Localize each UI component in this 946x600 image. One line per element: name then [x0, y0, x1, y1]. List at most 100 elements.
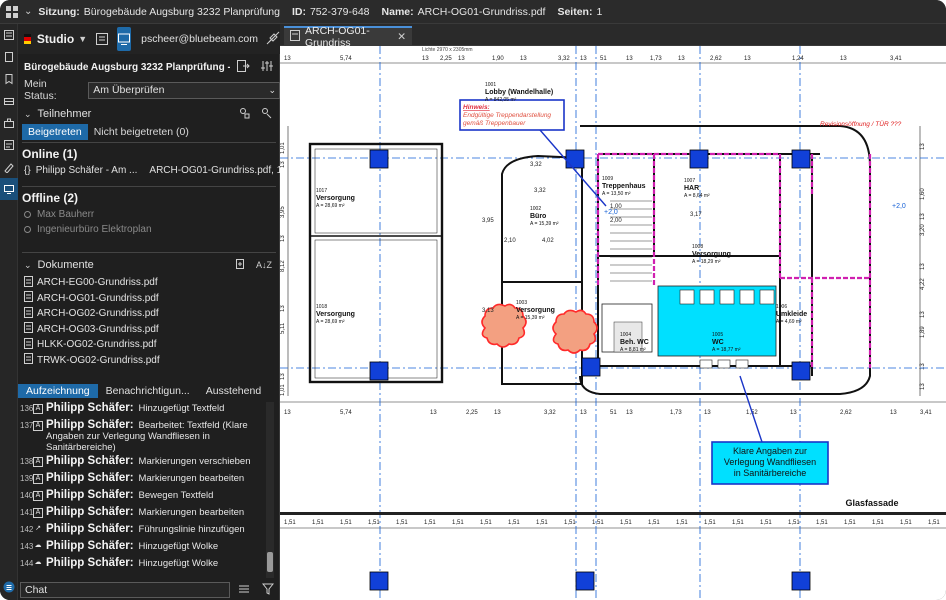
sessions-button[interactable]: [117, 27, 132, 51]
rail-studio-icon[interactable]: [0, 178, 18, 200]
documents-header[interactable]: ⌄ Dokumente A↓Z: [18, 255, 280, 275]
document-item[interactable]: ARCH-EG00-Grundriss.pdf: [18, 275, 280, 291]
studio-label[interactable]: Studio: [37, 32, 74, 46]
dimension-label: 3,17: [690, 212, 702, 218]
tab-not-joined[interactable]: Nicht beigetreten (0): [88, 124, 195, 140]
room-number: 1018: [316, 304, 327, 310]
dimension-label: 3,32: [534, 188, 546, 194]
disconnect-plug-icon[interactable]: [266, 31, 280, 48]
record-item[interactable]: 141 A Philipp Schäfer: Markierungen bearbei…: [18, 506, 280, 523]
offline-member[interactable]: Ingenieurbüro Elektroplan: [18, 222, 280, 237]
session-menu-chevron-icon[interactable]: ⌄: [24, 6, 32, 17]
record-item[interactable]: 138 A Philipp Schäfer: Markierungen verschi…: [18, 455, 280, 472]
tab-pending[interactable]: Ausstehend: [198, 384, 269, 398]
dimension-top: 13: [840, 56, 847, 62]
dimension-facade: 1,51: [396, 520, 408, 526]
rail-bookmarks-icon[interactable]: [0, 68, 18, 90]
callout-leader-line[interactable]: [739, 375, 763, 443]
user-email[interactable]: pscheer@bluebeam.com: [141, 33, 258, 45]
rail-thumbnails-icon[interactable]: [0, 24, 18, 46]
dimension-facade: 1,51: [760, 520, 772, 526]
hint-leader-line[interactable]: [539, 129, 607, 207]
document-tab[interactable]: ARCH-OG01-Grundriss ✕: [284, 25, 412, 49]
dimension-label: 3,13: [482, 308, 494, 314]
scale-note: Lichte 2970 x 2305mm: [422, 47, 473, 53]
dimension-right: 3,20: [920, 224, 926, 236]
divider: [22, 252, 276, 253]
divider: [22, 186, 276, 187]
dimension-facade: 1,51: [872, 520, 884, 526]
scrollbar-thumb[interactable]: [267, 552, 273, 572]
record-item[interactable]: 136 A Philipp Schäfer: Hinzugefügt Textfeld: [18, 402, 280, 419]
pages-label: Seiten:: [557, 5, 593, 18]
studio-chevron-down-icon[interactable]: ▼: [78, 34, 87, 44]
dimension-top: 13: [520, 56, 527, 62]
drawing-canvas[interactable]: 13 5,74 13 2,25 13 1,90 13 3,32 13 51 13 1,73 13 2,62…: [280, 46, 946, 600]
record-item[interactable]: 142 ↗ Philipp Schäfer: Führungslinie hinzuf…: [18, 523, 280, 540]
document-item[interactable]: TRWK-OG02-Grundriss.pdf: [18, 353, 280, 369]
record-user: Philipp Schäfer:: [46, 455, 134, 467]
callout-line3: in Sanitärbereiche: [734, 468, 807, 478]
rail-markups-icon[interactable]: [0, 134, 18, 156]
apps-grid-icon[interactable]: [4, 4, 20, 20]
dimension-bottom: 13: [626, 410, 633, 416]
brace-icon: {}: [24, 165, 31, 176]
record-item[interactable]: 140 A Philipp Schäfer: Bewegen Textfeld: [18, 489, 280, 506]
online-member[interactable]: {} Philipp Schäfer - Am ... ARCH-OG01-Gr…: [18, 163, 282, 178]
collapse-chevron-icon[interactable]: ⌄: [24, 260, 32, 271]
search-user-icon[interactable]: [260, 107, 272, 122]
tab-notifications[interactable]: Benachrichtigun...: [98, 384, 198, 398]
dimension-right: 13: [920, 213, 926, 220]
offline-member[interactable]: Max Bauherr: [18, 207, 280, 222]
dimension-top: 1,90: [492, 56, 504, 62]
dimension-left: 13: [280, 305, 286, 312]
rail-signatures-icon[interactable]: [0, 156, 18, 178]
document-icon: [24, 306, 33, 321]
chat-list-icon[interactable]: [238, 583, 250, 598]
projects-button[interactable]: [95, 27, 109, 51]
chat-row: Chat: [18, 580, 280, 600]
status-select[interactable]: Am Überprüfen ⌄: [88, 81, 280, 99]
document-item[interactable]: HLKK-OG02-Grundriss.pdf: [18, 337, 280, 353]
tab-record[interactable]: Aufzeichnung: [18, 384, 98, 398]
add-document-icon[interactable]: [234, 258, 246, 273]
sort-az-icon[interactable]: A↓Z: [256, 260, 272, 270]
participants-header[interactable]: ⌄ Teilnehmer: [18, 104, 280, 124]
room-number: 1002: [530, 206, 541, 212]
record-scrollbar[interactable]: [266, 402, 274, 578]
collapse-chevron-icon[interactable]: ⌄: [24, 109, 32, 120]
status-value: Am Überprüfen: [93, 84, 165, 96]
textbox-icon: A: [33, 457, 43, 467]
leave-session-icon[interactable]: [236, 59, 250, 76]
textbox-icon: A: [33, 474, 43, 484]
record-item[interactable]: 137 A Philipp Schäfer: Bearbeitet: Textfeld…: [18, 419, 280, 455]
session-settings-icon[interactable]: [260, 59, 274, 76]
document-tabbar: ARCH-OG01-Grundriss ✕: [280, 24, 946, 49]
record-number: 138: [20, 457, 34, 466]
filter-icon[interactable]: [261, 583, 275, 598]
record-action: Markierungen bearbeiten: [138, 473, 245, 484]
chat-input[interactable]: Chat: [20, 582, 230, 598]
rail-toolchest-icon[interactable]: [0, 112, 18, 134]
dimension-right: 13: [920, 363, 926, 370]
dimension-bottom: 13: [580, 410, 587, 416]
document-item[interactable]: ARCH-OG03-Grundriss.pdf: [18, 322, 280, 338]
record-item[interactable]: 139 A Philipp Schäfer: Markierungen bearbei…: [18, 472, 280, 489]
record-item[interactable]: 144 ☁ Philipp Schäfer: Hinzugefügt Wolke: [18, 557, 280, 574]
dimension-top: 13: [422, 56, 429, 62]
lock-user-icon[interactable]: [238, 107, 250, 122]
rail-layers-icon[interactable]: [0, 90, 18, 112]
record-number: 144: [20, 559, 34, 568]
rail-pages-icon[interactable]: [0, 46, 18, 68]
rail-menu-icon[interactable]: [0, 576, 18, 598]
dimension-left: 3,95: [280, 206, 286, 218]
document-item[interactable]: ARCH-OG02-Grundriss.pdf: [18, 306, 280, 322]
room-number: 1007: [684, 178, 695, 184]
tab-joined[interactable]: Beigetreten: [22, 124, 88, 140]
room-area: A = 15,39 m²: [530, 221, 559, 227]
document-item[interactable]: ARCH-OG01-Grundriss.pdf: [18, 291, 280, 307]
record-item[interactable]: 143 ☁ Philipp Schäfer: Hinzugefügt Wolke: [18, 540, 280, 557]
close-tab-icon[interactable]: ✕: [397, 31, 406, 43]
dimension-facade: 1,51: [424, 520, 436, 526]
participants-section: ⌄ Teilnehmer Beigetreten Nicht beigetret…: [18, 104, 282, 237]
